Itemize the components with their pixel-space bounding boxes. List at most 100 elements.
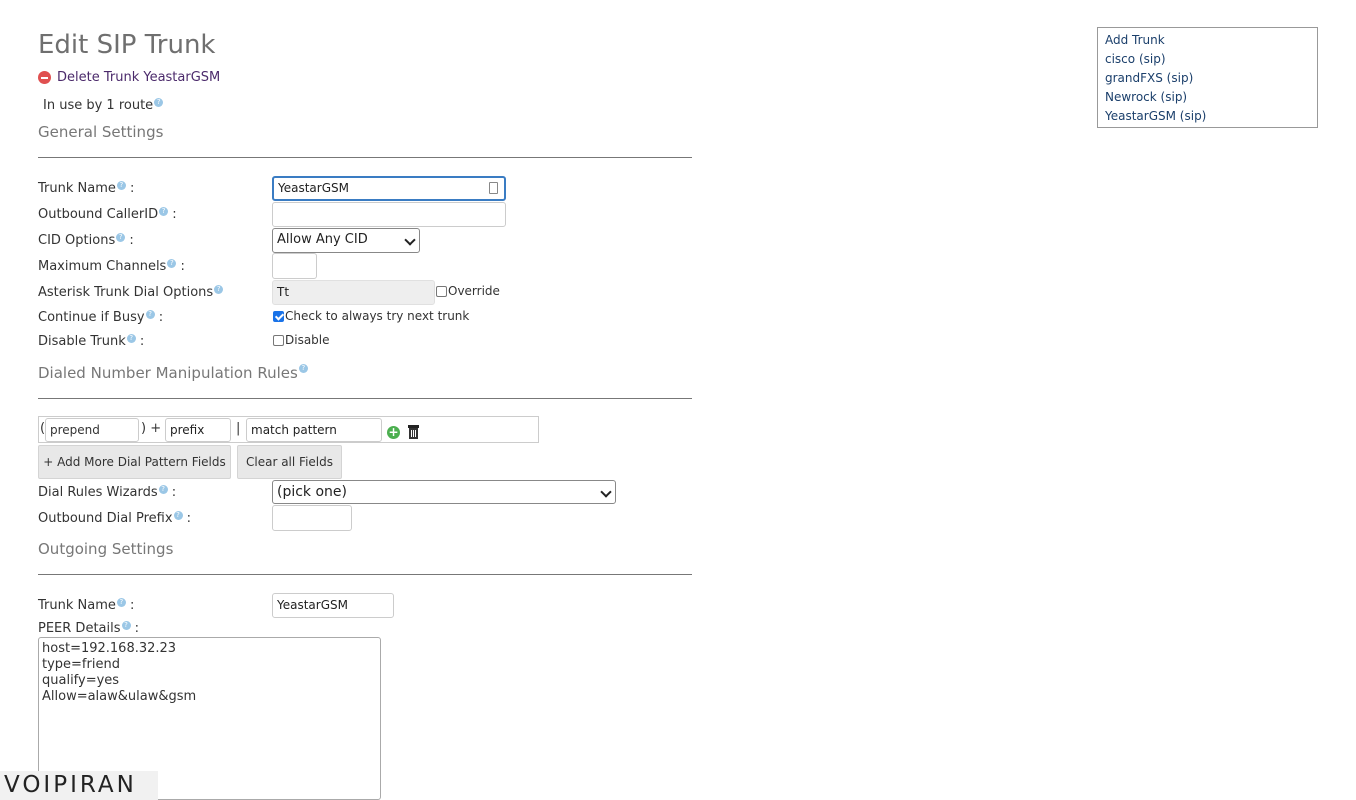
dial-options-input: Tt <box>272 280 435 305</box>
max-channels-label: Maximum Channels? : <box>38 259 185 274</box>
trunk-name-input[interactable]: YeastarGSM <box>272 176 506 201</box>
clear-all-fields-button[interactable]: Clear all Fields <box>237 445 342 479</box>
sidebar-item-yeastargsm[interactable]: YeastarGSM (sip) <box>1105 107 1310 126</box>
help-icon[interactable]: ? <box>158 485 168 494</box>
override-checkbox[interactable] <box>436 286 447 297</box>
peer-details-label: PEER Details? : <box>38 621 139 636</box>
prefix-placeholder: prefix <box>170 423 205 437</box>
dial-wizard-value: (pick one) <box>277 484 348 500</box>
sidebar-item-cisco[interactable]: cisco (sip) <box>1105 50 1310 69</box>
trunk-name-label: Trunk Name? : <box>38 181 134 196</box>
section-divider <box>38 157 692 158</box>
dial-rules-title-text: Dialed Number Manipulation Rules <box>38 364 298 382</box>
add-more-dial-pattern-button[interactable]: + Add More Dial Pattern Fields <box>38 445 231 479</box>
trunk-sidebar: Add Trunk cisco (sip) grandFXS (sip) New… <box>1097 27 1318 128</box>
help-icon[interactable]: ? <box>116 233 126 242</box>
disable-checkbox[interactable] <box>273 335 284 346</box>
colon: : <box>180 259 185 274</box>
help-icon[interactable]: ? <box>154 98 164 107</box>
trunk-name-label-text: Trunk Name <box>38 181 116 196</box>
colon: : <box>130 181 135 196</box>
outgoing-trunk-name-label-text: Trunk Name <box>38 598 116 613</box>
voipiran-logo: VOIPIRAN <box>0 771 158 800</box>
peer-details-label-text: PEER Details <box>38 621 121 636</box>
delete-trunk-label: Delete Trunk YeastarGSM <box>57 70 221 85</box>
help-icon[interactable]: ? <box>298 364 308 373</box>
outbound-prefix-label: Outbound Dial Prefix? : <box>38 511 191 526</box>
section-divider <box>38 398 692 399</box>
colon: : <box>129 233 134 248</box>
max-channels-input[interactable] <box>272 253 317 279</box>
page-title: Edit SIP Trunk <box>38 30 216 60</box>
trash-icon[interactable] <box>407 424 420 440</box>
colon: : <box>130 598 135 613</box>
help-icon[interactable]: ? <box>167 259 177 268</box>
add-icon[interactable]: + <box>387 426 400 439</box>
dial-options-label: Asterisk Trunk Dial Options? <box>38 285 224 300</box>
sidebar-item-newrock[interactable]: Newrock (sip) <box>1105 88 1310 107</box>
dial-options-label-text: Asterisk Trunk Dial Options <box>38 285 214 300</box>
prefix-input[interactable]: prefix <box>165 418 231 442</box>
colon: : <box>158 310 164 325</box>
cid-options-label: CID Options? : <box>38 233 134 248</box>
dial-wizard-select[interactable]: (pick one) <box>272 480 616 504</box>
cid-options-select[interactable]: Allow Any CID <box>272 228 420 253</box>
help-icon[interactable]: ? <box>214 285 224 294</box>
dial-wizard-label-text: Dial Rules Wizards <box>38 485 158 500</box>
continue-busy-check-label: Check to always try next trunk <box>285 309 470 323</box>
match-pattern-placeholder: match pattern <box>251 423 337 437</box>
outbound-callerid-label-text: Outbound CallerID <box>38 207 159 222</box>
outgoing-settings-title: Outgoing Settings <box>38 540 174 558</box>
in-use-text: In use by 1 route? <box>43 98 164 113</box>
disable-trunk-label-text: Disable Trunk <box>38 334 126 349</box>
delete-icon <box>38 71 51 84</box>
disable-check-label: Disable <box>285 333 330 347</box>
match-pattern-input[interactable]: match pattern <box>246 418 382 442</box>
general-settings-title: General Settings <box>38 123 164 141</box>
section-divider <box>38 574 692 575</box>
max-channels-label-text: Maximum Channels <box>38 259 167 274</box>
disable-trunk-label: Disable Trunk? : <box>38 334 144 349</box>
help-icon[interactable]: ? <box>173 511 183 520</box>
dial-pattern-row: ( prepend ) + prefix | match pattern + <box>38 416 539 443</box>
outbound-callerid-input[interactable] <box>272 202 506 227</box>
outbound-callerid-label: Outbound CallerID? : <box>38 207 177 222</box>
help-icon[interactable]: ? <box>159 207 169 216</box>
continue-busy-checkbox-row[interactable]: Check to always try next trunk <box>273 309 469 323</box>
colon: : <box>172 207 177 222</box>
continue-busy-checkbox[interactable] <box>273 311 284 322</box>
colon: : <box>186 511 192 526</box>
delete-trunk-link[interactable]: Delete Trunk YeastarGSM <box>38 70 220 85</box>
cid-options-value: Allow Any CID <box>277 232 368 247</box>
override-label: Override <box>448 284 500 298</box>
colon: : <box>134 621 140 636</box>
help-icon[interactable]: ? <box>116 598 126 607</box>
colon: : <box>139 334 145 349</box>
disable-checkbox-row[interactable]: Disable <box>273 333 330 347</box>
help-icon[interactable]: ? <box>145 310 155 319</box>
override-checkbox-row[interactable]: Override <box>436 284 500 298</box>
in-use-label: In use by 1 route <box>43 98 154 113</box>
prepend-placeholder: prepend <box>50 423 100 437</box>
contact-card-icon <box>489 182 498 194</box>
outgoing-trunk-name-input[interactable]: YeastarGSM <box>272 593 394 618</box>
sidebar-item-add-trunk[interactable]: Add Trunk <box>1105 31 1310 50</box>
help-icon[interactable]: ? <box>116 181 126 190</box>
continue-busy-label-text: Continue if Busy <box>38 310 145 325</box>
close-paren-plus: ) + <box>141 421 162 436</box>
cid-options-label-text: CID Options <box>38 233 116 248</box>
outbound-prefix-label-text: Outbound Dial Prefix <box>38 511 173 526</box>
trunk-name-value: YeastarGSM <box>278 181 349 195</box>
sidebar-item-grandfxs[interactable]: grandFXS (sip) <box>1105 69 1310 88</box>
dial-wizard-label: Dial Rules Wizards? : <box>38 485 176 500</box>
chevron-down-icon <box>404 234 416 246</box>
dial-rules-title: Dialed Number Manipulation Rules? <box>38 364 308 382</box>
outgoing-trunk-name-label: Trunk Name? : <box>38 598 134 613</box>
colon: : <box>171 485 177 500</box>
continue-busy-label: Continue if Busy? : <box>38 310 163 325</box>
pipe-separator: | <box>236 421 241 436</box>
help-icon[interactable]: ? <box>126 334 136 343</box>
help-icon[interactable]: ? <box>121 621 131 630</box>
outbound-prefix-input[interactable] <box>272 505 352 531</box>
prepend-input[interactable]: prepend <box>45 418 139 442</box>
